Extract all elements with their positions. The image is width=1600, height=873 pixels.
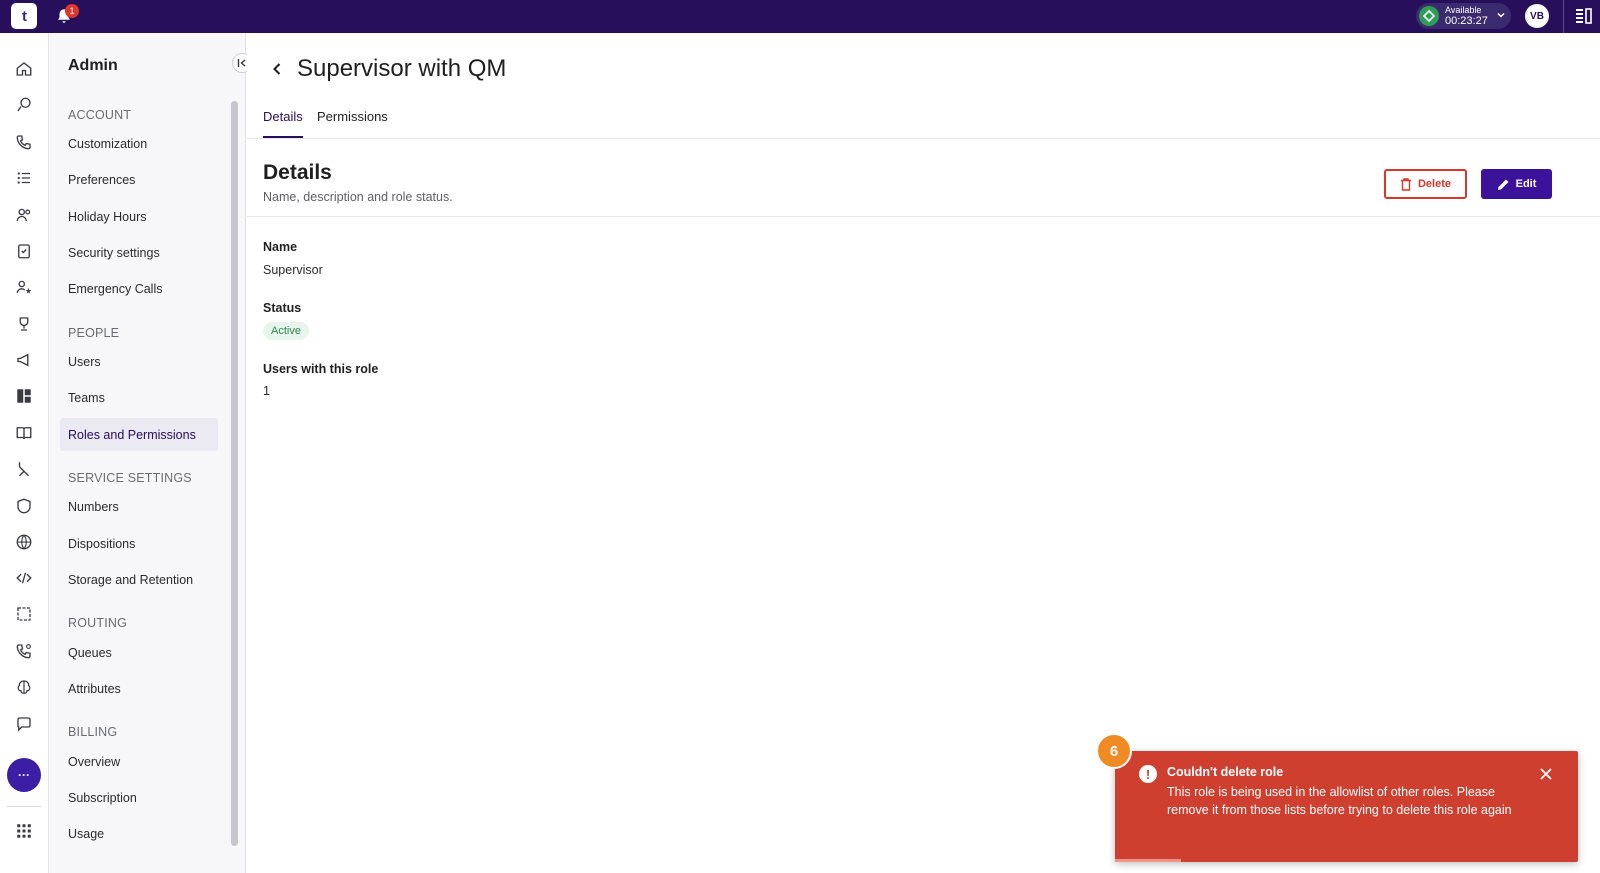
error-toast: ! Couldn't delete role This role is bein…	[1115, 751, 1578, 862]
section-heading-account: ACCOUNT	[68, 108, 132, 122]
sidebar-item-emergency-calls[interactable]: Emergency Calls	[60, 272, 218, 305]
globe-icon[interactable]	[14, 532, 34, 552]
users-with-role-value: 1	[263, 384, 270, 398]
book-icon[interactable]	[14, 423, 34, 443]
sidebar-item-dispositions[interactable]: Dispositions	[60, 527, 218, 560]
home-icon[interactable]	[14, 59, 34, 79]
toast-message: This role is being used in the allowlist…	[1167, 785, 1512, 817]
trash-icon	[1400, 177, 1411, 191]
section-heading-people: PEOPLE	[68, 326, 120, 340]
sidebar-item-security-settings[interactable]: Security settings	[60, 236, 218, 269]
section-divider	[247, 216, 1600, 217]
brain-icon[interactable]	[14, 677, 34, 697]
status-badge: Active	[263, 322, 309, 340]
sidebar-item-attributes[interactable]: Attributes	[60, 672, 218, 705]
sidebar-title: Admin	[68, 57, 118, 74]
clipboard-icon[interactable]	[14, 241, 34, 261]
collapse-icon	[237, 59, 246, 67]
sidebar-scrollbar[interactable]	[231, 101, 238, 846]
side-panel-icon[interactable]	[1575, 8, 1593, 29]
tab-divider	[247, 138, 1600, 139]
delete-button[interactable]: Delete	[1384, 169, 1467, 199]
status-timer: 00:23:27	[1445, 14, 1488, 27]
page-title: Supervisor with QM	[297, 55, 507, 82]
close-icon[interactable]	[1537, 765, 1555, 783]
step-badge: 6	[1096, 733, 1132, 769]
status-label: Status	[263, 301, 302, 315]
frame-icon[interactable]	[14, 604, 34, 624]
icon-rail: ···	[0, 33, 49, 873]
edit-button[interactable]: Edit	[1481, 169, 1552, 199]
notification-badge: 1	[65, 4, 79, 18]
sidebar-item-users[interactable]: Users	[60, 345, 218, 378]
section-heading-billing: BILLING	[68, 725, 118, 739]
tab-details[interactable]: Details	[263, 109, 303, 139]
more-apps-button[interactable]: ···	[7, 758, 41, 792]
sidebar-item-roles-and-permissions[interactable]: Roles and Permissions	[60, 418, 218, 451]
message-icon[interactable]	[14, 714, 34, 734]
shield-icon[interactable]	[14, 496, 34, 516]
pencil-icon	[1497, 179, 1509, 190]
dashboard-icon[interactable]	[14, 386, 34, 406]
sidebar-item-holiday-hours[interactable]: Holiday Hours	[60, 200, 218, 233]
name-value: Supervisor	[263, 263, 323, 277]
logo-text: t	[22, 7, 27, 25]
avatar[interactable]: VB	[1525, 4, 1549, 28]
sidebar-item-preferences[interactable]: Preferences	[60, 163, 218, 196]
megaphone-icon[interactable]	[14, 350, 34, 370]
section-heading-routing: ROUTING	[68, 616, 128, 630]
toast-title: Couldn't delete role	[1167, 765, 1284, 779]
details-subheading: Name, description and role status.	[263, 190, 453, 204]
sidebar-item-numbers[interactable]: Numbers	[60, 490, 218, 523]
chevron-down-icon	[1496, 7, 1506, 25]
code-icon[interactable]	[14, 568, 34, 588]
details-heading: Details	[263, 161, 332, 184]
top-bar: t 1 Available 00:23:27 VB	[0, 0, 1600, 33]
agent-status-selector[interactable]: Available 00:23:27	[1416, 3, 1511, 29]
rail-divider	[7, 806, 41, 807]
topbar-divider	[1563, 0, 1564, 33]
users-with-role-label: Users with this role	[263, 362, 379, 376]
tab-permissions[interactable]: Permissions	[317, 109, 388, 139]
sidebar-item-queues[interactable]: Queues	[60, 636, 218, 669]
grid-icon[interactable]	[14, 821, 34, 841]
sidebar-item-usage[interactable]: Usage	[60, 817, 218, 850]
person-star-icon[interactable]	[14, 277, 34, 297]
phone-icon[interactable]	[14, 132, 34, 152]
sidebar-item-teams[interactable]: Teams	[60, 381, 218, 414]
sidebar-item-subscription[interactable]: Subscription	[60, 781, 218, 814]
list-icon[interactable]	[14, 168, 34, 188]
admin-sidebar: Admin ACCOUNT Customization Preferences …	[49, 33, 252, 873]
error-icon: !	[1139, 765, 1157, 783]
people-icon[interactable]	[14, 205, 34, 225]
main-content: Supervisor with QM Details Permissions D…	[247, 33, 1600, 873]
toast-timer-progress	[1115, 859, 1181, 862]
call-settings-icon[interactable]	[14, 641, 34, 661]
chevron-left-icon	[273, 63, 281, 75]
delete-button-label: Delete	[1417, 178, 1452, 190]
available-status-icon	[1419, 6, 1439, 26]
sidebar-item-customization[interactable]: Customization	[60, 127, 218, 160]
status-label: Available	[1445, 4, 1482, 15]
sidebar-item-overview[interactable]: Overview	[60, 745, 218, 778]
flow-icon[interactable]	[14, 459, 34, 479]
trophy-icon[interactable]	[14, 314, 34, 334]
chat-icon[interactable]	[14, 95, 34, 115]
app-logo[interactable]: t	[11, 3, 37, 29]
back-button[interactable]	[269, 59, 285, 79]
name-label: Name	[263, 240, 298, 254]
sidebar-item-storage-and-retention[interactable]: Storage and Retention	[60, 563, 218, 596]
edit-button-label: Edit	[1515, 178, 1537, 190]
section-heading-service-settings: SERVICE SETTINGS	[68, 471, 192, 485]
